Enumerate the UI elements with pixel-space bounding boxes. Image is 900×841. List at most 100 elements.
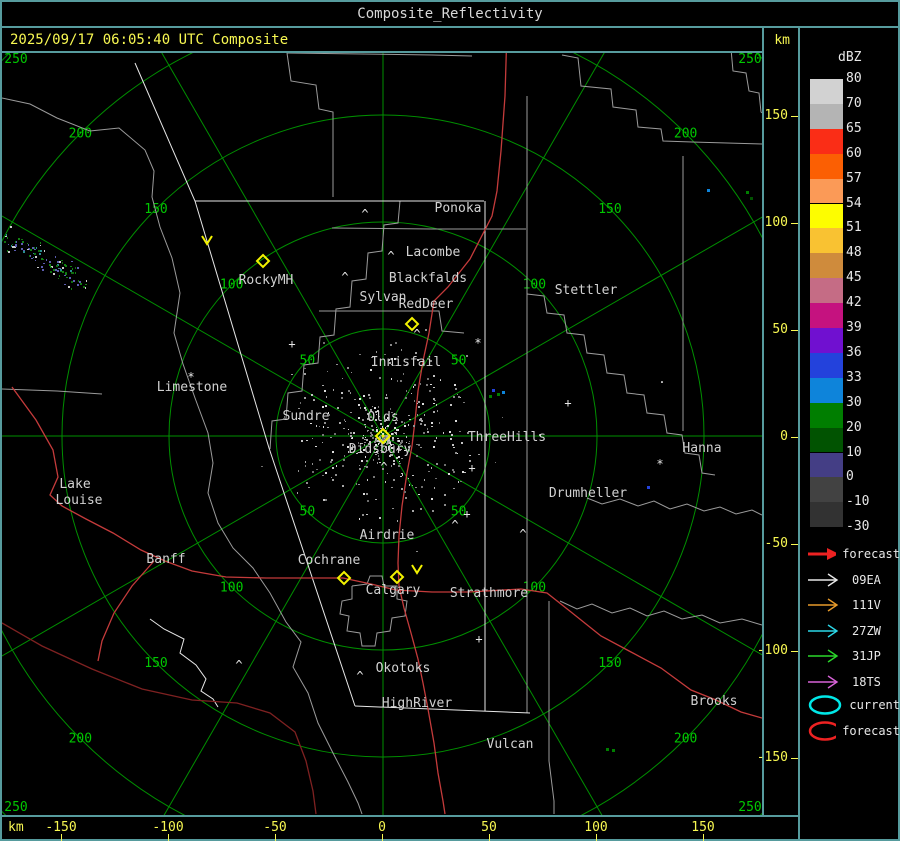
arrow-icon (808, 548, 837, 560)
colorbar-label: 48 (846, 245, 862, 261)
city-label: Brooks (691, 694, 738, 709)
city-label: Stettler (555, 283, 618, 298)
radar-map[interactable]: 50 5050 50100 100100 100150 150150 150200 20020… (2, 53, 762, 815)
colorbar-label: 42 (846, 295, 862, 311)
legend-item-18TS: 18TS (806, 672, 900, 692)
city-label: Olds (367, 410, 398, 425)
svg-text:150: 150 (144, 656, 167, 671)
city-label: Cochrane (298, 553, 361, 568)
radar-app-window: Composite_Reflectivity 2025/09/17 06:05:… (0, 0, 900, 841)
right-axis-tick-label: 150 (764, 108, 788, 123)
colorbar-swatch (810, 128, 843, 154)
axis-tick (791, 330, 798, 331)
station-marker: . (658, 372, 665, 386)
legend-label: forecast (842, 724, 900, 738)
station-marker: * (187, 370, 194, 384)
colorbar-swatch (810, 402, 843, 428)
station-marker: * (474, 336, 481, 350)
colorbar-swatch (810, 427, 843, 453)
station-marker: . (310, 390, 317, 404)
city-label: Airdrie (360, 528, 415, 543)
right-axis-unit: km (774, 33, 790, 48)
colorbar-label: 30 (846, 394, 862, 410)
arrow-icon (808, 573, 839, 587)
legend-label: 18TS (852, 675, 881, 689)
arrow-icon (808, 624, 839, 638)
station-marker: * (656, 457, 663, 471)
legend-label: current (849, 698, 900, 712)
station-marker: ^ (413, 327, 420, 341)
station-marker: + (463, 507, 470, 521)
svg-text:250: 250 (738, 53, 761, 67)
station-marker: + (475, 632, 482, 646)
city-label: HighRiver (382, 696, 453, 711)
svg-text:50: 50 (300, 505, 316, 520)
city-label: Calgary (366, 583, 421, 598)
svg-text:100: 100 (523, 278, 546, 293)
legend-label: forecast (842, 547, 900, 561)
city-label: Vulcan (487, 737, 534, 752)
colorbar-swatch (810, 377, 843, 403)
legend-item-31JP: 31JP (806, 646, 900, 666)
station-marker: . (328, 450, 335, 464)
map-area: 2025/09/17 06:05:40 UTC Composite 50 50 50… (0, 26, 764, 817)
colorbar-label: 65 (846, 120, 862, 136)
station-marker: + (288, 337, 295, 351)
legend-item-27ZW: 27ZW (806, 621, 900, 641)
title-bar: Composite_Reflectivity (0, 0, 900, 28)
axis-tick (703, 834, 704, 841)
svg-text:150: 150 (598, 202, 621, 217)
axis-tick (791, 116, 798, 117)
colorbar-swatch (810, 178, 843, 204)
colorbar-swatch (810, 328, 843, 353)
colorbar-label: 10 (846, 444, 862, 460)
colorbar-swatch (810, 452, 843, 478)
colorbar-swatch (810, 253, 843, 279)
bottom-axis: km -150 -100 -50 0 50 100 150 (0, 815, 800, 841)
svg-text:50: 50 (451, 353, 467, 368)
bottom-axis-tick-label: -50 (263, 820, 287, 835)
city-label: Sundre (283, 409, 330, 424)
bottom-axis-tick-label: 100 (584, 820, 608, 835)
arrow-icon (808, 598, 839, 612)
arrow-icon (808, 675, 839, 689)
right-axis: km 150 100 50 0 -50 -100 -150 (757, 26, 800, 817)
station-marker: ^ (519, 527, 526, 541)
motion-arrow-icon (411, 564, 423, 575)
colorbar-label: 0 (846, 469, 854, 485)
radar-site-icon (255, 253, 271, 269)
right-axis-tick-label: 50 (772, 322, 788, 337)
city-label: Okotoks (376, 661, 431, 676)
city-label: Lake (59, 477, 90, 492)
city-label: Blackfalds (389, 271, 467, 286)
ellipse-icon (808, 695, 842, 715)
station-marker: ^ (451, 518, 458, 532)
legend-item-09EA: 09EA (806, 570, 900, 590)
colorbar-swatch (810, 477, 843, 503)
colorbar-label: 80 (846, 71, 862, 86)
axis-tick (596, 834, 597, 841)
city-label: Drumheller (549, 486, 627, 501)
city-label: Ponoka (435, 201, 482, 216)
colorbar-swatch (810, 228, 843, 254)
svg-text:200: 200 (69, 732, 92, 747)
right-axis-tick-label: 0 (780, 429, 788, 444)
station-marker: ^ (235, 658, 242, 672)
colorbar-label: 54 (846, 195, 862, 211)
bottom-axis-tick-label: 0 (378, 820, 386, 835)
city-label: Lacombe (406, 245, 461, 260)
legend-item-current: current (806, 692, 900, 718)
legend-label: 09EA (852, 573, 881, 587)
colorbar-label: 39 (846, 320, 862, 335)
legend-label: 27ZW (852, 624, 881, 638)
station-marker: ^ (380, 460, 387, 474)
legend-item-forecast: forecast (806, 718, 900, 744)
timestamp-label: 2025/09/17 06:05:40 UTC Composite (10, 31, 289, 48)
colorbar-panel: dBZ 80 70 65 60 57 54 51 48 45 42 39 36 33 30 20 10 0 -10… (798, 26, 900, 841)
legend-label: 31JP (852, 649, 881, 663)
axis-tick (791, 544, 798, 545)
arrow-icon (808, 649, 839, 663)
svg-text:100: 100 (220, 580, 243, 595)
colorbar-label: 36 (846, 344, 862, 360)
colorbar-label: 70 (846, 95, 862, 111)
